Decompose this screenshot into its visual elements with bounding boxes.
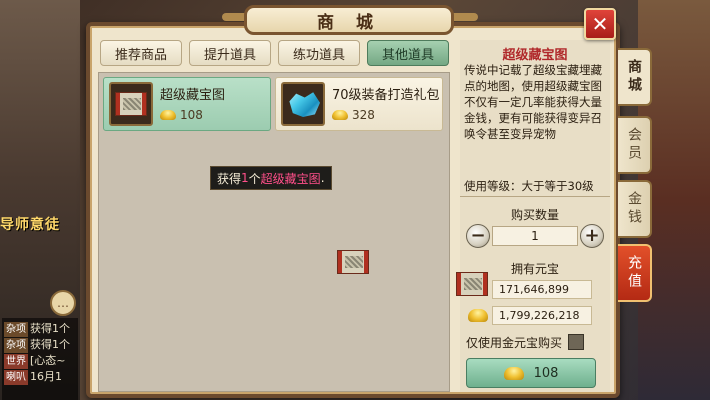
detail-description: 传说中记载了超级宝藏埋藏点的地图，使用超级藏宝图不仅有一定几率能获得大量金钱，更…	[464, 63, 602, 141]
floating-treasure-map-icon	[337, 250, 369, 274]
shop-title: 商 城	[244, 5, 454, 35]
tab-other-items[interactable]: 其他道具	[367, 40, 449, 66]
treasure-map-icon	[109, 82, 153, 126]
tab-training-items[interactable]: 练功道具	[278, 40, 360, 66]
item-price: 328	[332, 108, 375, 122]
side-tab-money[interactable]: 金钱	[618, 180, 652, 238]
item-list: 超级藏宝图 108 70级装备打造礼包 328	[98, 72, 450, 392]
item-detail-panel: 超级藏宝图 传说中记载了超级宝藏埋藏点的地图，使用超级藏宝图不仅有一定几率能获得…	[460, 40, 610, 392]
category-tabs: 推荐商品 提升道具 练功道具 其他道具	[100, 40, 449, 66]
chat-tag: 喇叭	[4, 370, 28, 385]
increase-quantity-button[interactable]: +	[580, 224, 604, 248]
chat-log[interactable]: 杂项 获得1个 杂项 获得1个 世界 [心态~ 喇叭 16月1	[2, 318, 78, 400]
item-price-value: 328	[352, 108, 375, 122]
item-price: 108	[160, 108, 203, 122]
chat-line: 世界 [心态~	[4, 353, 76, 369]
item-card-equipment-pack[interactable]: 70级装备打造礼包 328	[275, 77, 443, 131]
item-name: 70级装备打造礼包	[332, 88, 440, 103]
chat-line: 喇叭 16月1	[4, 369, 76, 385]
gold-ingot-icon	[160, 110, 176, 120]
npc-name-label: 导师意徒	[0, 217, 60, 233]
chat-text: 获得1个	[30, 322, 70, 335]
chat-text: 获得1个	[30, 338, 70, 351]
detail-level-requirement: 使用等级：大于等于30级	[464, 179, 594, 193]
gold-ingot-icon	[503, 366, 524, 380]
gold-only-option: 仅使用金元宝购买	[466, 332, 606, 352]
obtained-toast: 获得 1 个超级藏宝图.	[210, 166, 332, 190]
floating-treasure-map-icon	[456, 272, 488, 296]
toast-suffix: .	[320, 171, 325, 185]
buy-price: 108	[533, 365, 559, 381]
chat-text: [心态~	[30, 354, 66, 367]
detail-title: 超级藏宝图	[502, 48, 568, 63]
balance-value: 171,646,899	[492, 280, 592, 299]
chat-text: 16月1	[30, 370, 62, 383]
chat-line: 杂项 获得1个	[4, 337, 76, 353]
gold-ingot-icon	[332, 110, 348, 120]
balance-row-bound: 1,799,226,218	[466, 306, 606, 326]
chat-tag: 世界	[4, 354, 28, 369]
item-price-value: 108	[180, 108, 203, 122]
toast-count: 1	[241, 171, 249, 185]
chat-tag: 杂项	[4, 322, 28, 337]
chat-tag: 杂项	[4, 338, 28, 353]
title-ornament-right	[452, 13, 478, 21]
tab-upgrade-items[interactable]: 提升道具	[189, 40, 271, 66]
toast-item-name: 超级藏宝图	[260, 171, 321, 186]
chat-line: 杂项 获得1个	[4, 321, 76, 337]
decrease-quantity-button[interactable]: −	[466, 224, 490, 248]
side-tab-vip[interactable]: 会员	[618, 116, 652, 174]
balance-value: 1,799,226,218	[492, 306, 592, 325]
gold-only-label: 仅使用金元宝购买	[466, 335, 563, 350]
quantity-value[interactable]: 1	[492, 226, 578, 246]
quantity-stepper: − 1 +	[466, 224, 606, 250]
crystal-pack-icon	[281, 82, 325, 126]
close-button[interactable]: ✕	[584, 8, 616, 40]
toast-prefix: 获得	[217, 171, 242, 186]
buy-button[interactable]: 108	[466, 358, 596, 388]
shop-window: 推荐商品 提升道具 练功道具 其他道具 超级藏宝图 108 70级装备打造礼包 …	[86, 22, 620, 398]
toast-unit: 个	[248, 171, 261, 186]
divider	[460, 196, 610, 197]
side-tab-mall[interactable]: 商城	[618, 48, 652, 106]
side-tab-recharge[interactable]: 充值	[618, 244, 652, 302]
chat-bubble-icon[interactable]: …	[50, 290, 76, 316]
tab-recommended[interactable]: 推荐商品	[100, 40, 182, 66]
gold-ingot-icon	[468, 309, 488, 322]
item-name: 超级藏宝图	[160, 88, 226, 103]
quantity-label: 购买数量	[510, 208, 559, 222]
gold-only-checkbox[interactable]	[568, 334, 585, 350]
item-card-treasure-map[interactable]: 超级藏宝图 108	[103, 77, 271, 131]
